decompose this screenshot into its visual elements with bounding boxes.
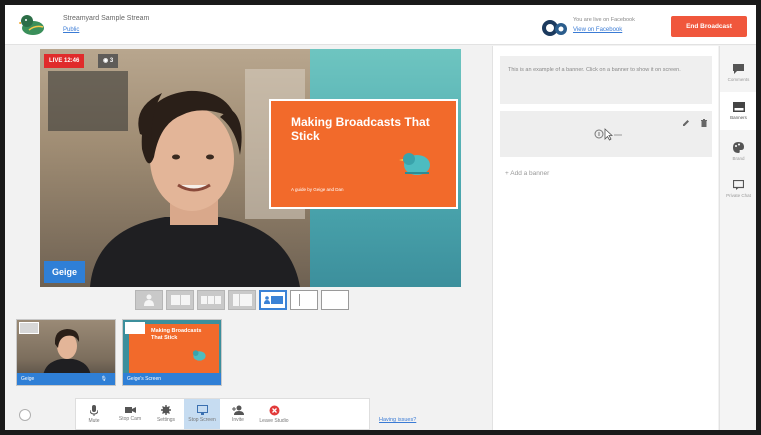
stop-cam-button[interactable]: Stop Cam bbox=[112, 399, 148, 429]
layout-block bbox=[170, 295, 180, 305]
participant-chip bbox=[125, 322, 145, 334]
webcam-thumbnail[interactable]: Geige 🎙 bbox=[16, 319, 116, 386]
layout-block bbox=[239, 294, 252, 306]
right-sidebar: Comments Banners Brand Private Chat bbox=[719, 46, 756, 430]
sidebar-item-label: Brand bbox=[732, 155, 745, 161]
stop-screen-label: Stop Screen bbox=[188, 417, 216, 423]
viewer-count: 3 bbox=[109, 58, 114, 64]
thumbnail-name: Geige bbox=[21, 376, 35, 382]
duck-logo-icon bbox=[19, 15, 44, 35]
having-issues-link[interactable]: Having issues? bbox=[379, 417, 416, 423]
sidebar-item-label: Banners bbox=[730, 115, 747, 120]
layout-selector bbox=[135, 290, 349, 312]
banner-hint: This is an example of a banner. Click on… bbox=[500, 56, 712, 104]
mute-button[interactable]: Mute bbox=[76, 399, 112, 429]
stream-visibility[interactable]: Public bbox=[63, 27, 79, 33]
layout-block bbox=[208, 296, 214, 304]
live-destination-note: You are live on Facebook bbox=[573, 17, 635, 23]
sidebar-item-brand[interactable]: Brand bbox=[720, 132, 756, 170]
mouse-cursor-icon bbox=[594, 128, 622, 141]
eye-icon: ◉ bbox=[103, 58, 110, 64]
monitor-icon bbox=[196, 405, 208, 415]
invite-label: Invite bbox=[232, 417, 244, 423]
live-timer-badge: LIVE 12:46 bbox=[44, 54, 85, 68]
studio-toolbar: Mute Stop Cam Settings Stop Screen Invit… bbox=[75, 398, 370, 430]
layout-block bbox=[232, 294, 239, 306]
broadcast-stage: LIVE 12:46 ◉ 3 Making Broadcasts That St… bbox=[40, 49, 461, 287]
trash-icon[interactable] bbox=[700, 119, 708, 127]
layout-block bbox=[270, 296, 283, 304]
banners-panel: This is an example of a banner. Click on… bbox=[492, 46, 718, 430]
sidebar-item-private-chat[interactable]: Private Chat bbox=[720, 170, 756, 208]
banner-card[interactable] bbox=[500, 111, 712, 157]
add-banner-button[interactable]: + Add a banner bbox=[505, 170, 549, 177]
sidebar-item-comments[interactable]: Comments bbox=[720, 54, 756, 92]
microphone-icon[interactable]: 🎙 bbox=[101, 373, 107, 385]
viewer-count-badge: ◉ 3 bbox=[98, 54, 119, 68]
layout-blank-button[interactable] bbox=[321, 290, 349, 310]
chat-icon bbox=[733, 180, 744, 190]
shared-slide: Making Broadcasts That Stick A guide by … bbox=[269, 99, 458, 209]
stop-cam-label: Stop Cam bbox=[118, 416, 142, 422]
participant-chip bbox=[19, 322, 39, 334]
layout-block bbox=[215, 296, 221, 304]
sidebar-item-label: Private Chat bbox=[726, 193, 751, 198]
bird-illustration-icon bbox=[399, 153, 430, 175]
invite-button[interactable]: Invite bbox=[220, 399, 256, 429]
presenter-thumbnail-video bbox=[43, 329, 91, 376]
layout-group-button[interactable] bbox=[197, 290, 225, 310]
camera-icon bbox=[124, 407, 136, 413]
header-bar: Streamyard Sample Stream Public You are … bbox=[5, 5, 756, 45]
stream-title[interactable]: Streamyard Sample Stream bbox=[63, 15, 149, 22]
view-on-facebook-link[interactable]: View on Facebook bbox=[573, 27, 622, 33]
screen-thumbnail-label: Geige's Screen bbox=[123, 373, 221, 385]
palette-icon bbox=[733, 141, 744, 153]
person-icon bbox=[263, 296, 270, 304]
leave-studio-button[interactable]: Leave Studio bbox=[256, 399, 292, 429]
layout-solo-button[interactable] bbox=[135, 290, 163, 310]
bird-illustration-icon bbox=[192, 350, 206, 361]
studio-window: Streamyard Sample Stream Public You are … bbox=[5, 5, 756, 430]
slide-title: Making Broadcasts That Stick bbox=[291, 115, 430, 143]
settings-button[interactable]: Settings bbox=[148, 399, 184, 429]
layout-block bbox=[301, 294, 315, 306]
layout-block bbox=[201, 296, 207, 304]
leave-icon bbox=[269, 405, 279, 415]
add-user-icon bbox=[232, 405, 244, 415]
collapse-button[interactable] bbox=[19, 409, 31, 421]
presenter-name-tag: Geige bbox=[44, 261, 86, 283]
comment-icon bbox=[733, 64, 744, 74]
layout-two-up-button[interactable] bbox=[166, 290, 194, 310]
pencil-icon[interactable] bbox=[682, 119, 690, 127]
layout-block bbox=[180, 295, 190, 305]
sidebar-item-label: Comments bbox=[727, 77, 750, 82]
banner-icon bbox=[732, 102, 745, 112]
microphone-icon bbox=[90, 404, 98, 416]
settings-label: Settings bbox=[156, 417, 176, 423]
mute-label: Mute bbox=[88, 417, 100, 424]
end-broadcast-button[interactable]: End Broadcast bbox=[671, 16, 747, 37]
slide-subtitle: A guide by Geige and Dan bbox=[291, 187, 344, 192]
stop-screen-button[interactable]: Stop Screen bbox=[184, 399, 220, 429]
sidebar-item-banners[interactable]: Banners bbox=[720, 92, 756, 130]
person-icon bbox=[144, 294, 154, 306]
screen-thumbnail[interactable]: Making Broadcasts That Stick Geige's Scr… bbox=[122, 319, 222, 386]
leave-studio-label: Leave Studio bbox=[259, 417, 289, 424]
webcam-thumbnail-label: Geige 🎙 bbox=[17, 373, 115, 385]
layout-screen-share-button[interactable] bbox=[259, 290, 287, 310]
thumbnail-slide-title: Making Broadcasts That Stick bbox=[151, 328, 202, 341]
gear-icon bbox=[161, 405, 171, 415]
layout-sidebar-button[interactable] bbox=[290, 290, 318, 310]
destination-avatar-icon bbox=[542, 20, 567, 36]
layout-thin-button[interactable] bbox=[228, 290, 256, 310]
layout-block bbox=[294, 294, 300, 306]
